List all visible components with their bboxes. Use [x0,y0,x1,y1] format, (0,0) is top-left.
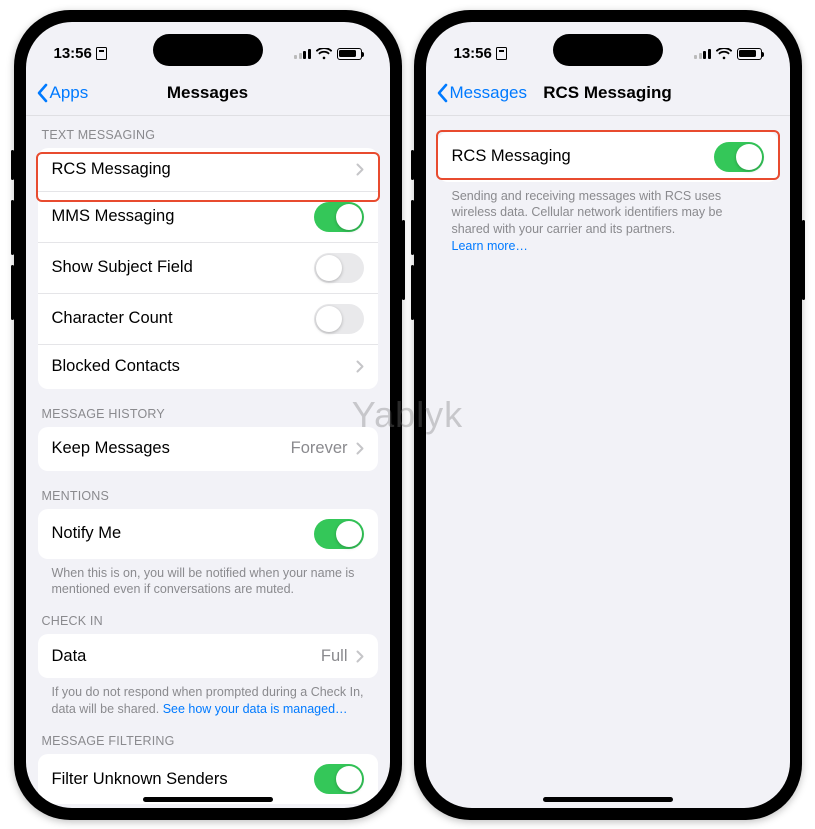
navigation-bar: Messages RCS Messaging [426,72,790,116]
footer-filtering: Sort messages from people who are not in… [26,804,390,808]
row-label: Show Subject Field [52,258,193,277]
cellular-signal-icon [694,48,711,59]
home-indicator[interactable] [543,797,673,802]
row-notify-me: Notify Me [38,509,378,559]
row-label: Filter Unknown Senders [52,770,228,789]
row-label: RCS Messaging [52,160,171,179]
toggle-char-count[interactable] [314,304,364,334]
footer-rcs: Sending and receiving messages with RCS … [426,182,790,260]
group-rcs: RCS Messaging [438,132,778,182]
wifi-icon [716,48,732,60]
row-rcs-messaging-toggle: RCS Messaging [438,132,778,182]
status-time: 13:56 [54,45,92,62]
back-label: Apps [50,83,89,103]
row-character-count: Character Count [38,294,378,345]
group-mentions: Notify Me [38,509,378,559]
group-message-history: Keep Messages Forever [38,427,378,471]
back-button[interactable]: Messages [436,83,527,103]
footer-text-part: Sending and receiving messages with RCS … [452,189,723,237]
toggle-filter-unknown[interactable] [314,764,364,794]
row-label: Data [52,647,87,666]
group-text-messaging: RCS Messaging MMS Messaging Show Subject… [38,148,378,389]
section-header-message-history: MESSAGE HISTORY [26,389,390,427]
navigation-bar: Apps Messages [26,72,390,116]
sim-card-icon [496,47,507,60]
wifi-icon [316,48,332,60]
toggle-subject[interactable] [314,253,364,283]
toggle-rcs[interactable] [714,142,764,172]
section-header-check-in: CHECK IN [26,602,390,634]
row-label: Notify Me [52,524,122,543]
status-time: 13:56 [454,45,492,62]
toggle-notify[interactable] [314,519,364,549]
footer-check-in: If you do not respond when prompted duri… [26,678,390,722]
dynamic-island [153,34,263,66]
row-label: MMS Messaging [52,207,175,226]
cellular-signal-icon [294,48,311,59]
chevron-right-icon [356,163,364,176]
row-mms-messaging: MMS Messaging [38,192,378,243]
phone-frame-left: 13:56 Apps Messages TEX [14,10,402,820]
back-label: Messages [450,83,527,103]
section-header-mentions: MENTIONS [26,471,390,509]
section-header-text-messaging: TEXT MESSAGING [26,116,390,148]
chevron-right-icon [356,650,364,663]
row-rcs-messaging[interactable]: RCS Messaging [38,148,378,192]
row-blocked-contacts[interactable]: Blocked Contacts [38,345,378,389]
link-data-managed[interactable]: See how your data is managed… [163,702,348,716]
phone-frame-right: 13:56 Messages RCS Messaging [414,10,802,820]
row-label: Keep Messages [52,439,170,458]
section-header-filtering: MESSAGE FILTERING [26,722,390,754]
row-value: Forever [291,439,348,458]
sim-card-icon [96,47,107,60]
row-label: Blocked Contacts [52,357,180,376]
link-learn-more[interactable]: Learn more… [452,239,528,253]
row-show-subject: Show Subject Field [38,243,378,294]
row-label: Character Count [52,309,173,328]
battery-icon [337,48,362,60]
chevron-right-icon [356,360,364,373]
group-check-in: Data Full [38,634,378,678]
back-button[interactable]: Apps [36,83,89,103]
battery-icon [737,48,762,60]
home-indicator[interactable] [143,797,273,802]
row-keep-messages[interactable]: Keep Messages Forever [38,427,378,471]
chevron-right-icon [356,442,364,455]
footer-mentions: When this is on, you will be notified wh… [26,559,390,603]
dynamic-island [553,34,663,66]
row-check-in-data[interactable]: Data Full [38,634,378,678]
row-label: RCS Messaging [452,147,571,166]
toggle-mms[interactable] [314,202,364,232]
row-value: Full [321,647,348,666]
